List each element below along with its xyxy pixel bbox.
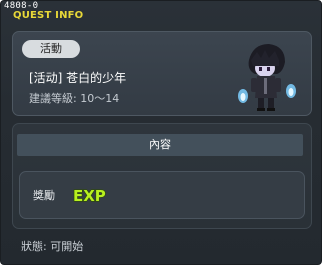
exp-text: EXP	[73, 187, 106, 205]
quest-name: [活动] 苍白的少年	[29, 71, 127, 85]
quest-content-panel: 內容 獎勵 EXP	[12, 123, 312, 229]
reward-box: 獎勵 EXP	[19, 171, 305, 219]
exp-icon: EXP	[72, 186, 106, 205]
quest-category-tag: 活動	[22, 40, 80, 58]
recommended-level: 建議等級: 10～14	[29, 92, 120, 105]
quest-info-window: 4808-0 QUEST INFO 活動 [活动] 苍白的少年 建議等級: 10…	[0, 0, 322, 265]
quest-status: 狀態: 可開始	[21, 240, 84, 253]
content-header: 內容	[17, 134, 303, 156]
window-title: QUEST INFO	[13, 10, 84, 21]
pale-boy-npc-icon	[238, 44, 296, 111]
reward-label: 獎勵	[33, 189, 55, 202]
quest-summary-panel: 活動 [活动] 苍白的少年 建議等級: 10～14	[12, 31, 312, 116]
